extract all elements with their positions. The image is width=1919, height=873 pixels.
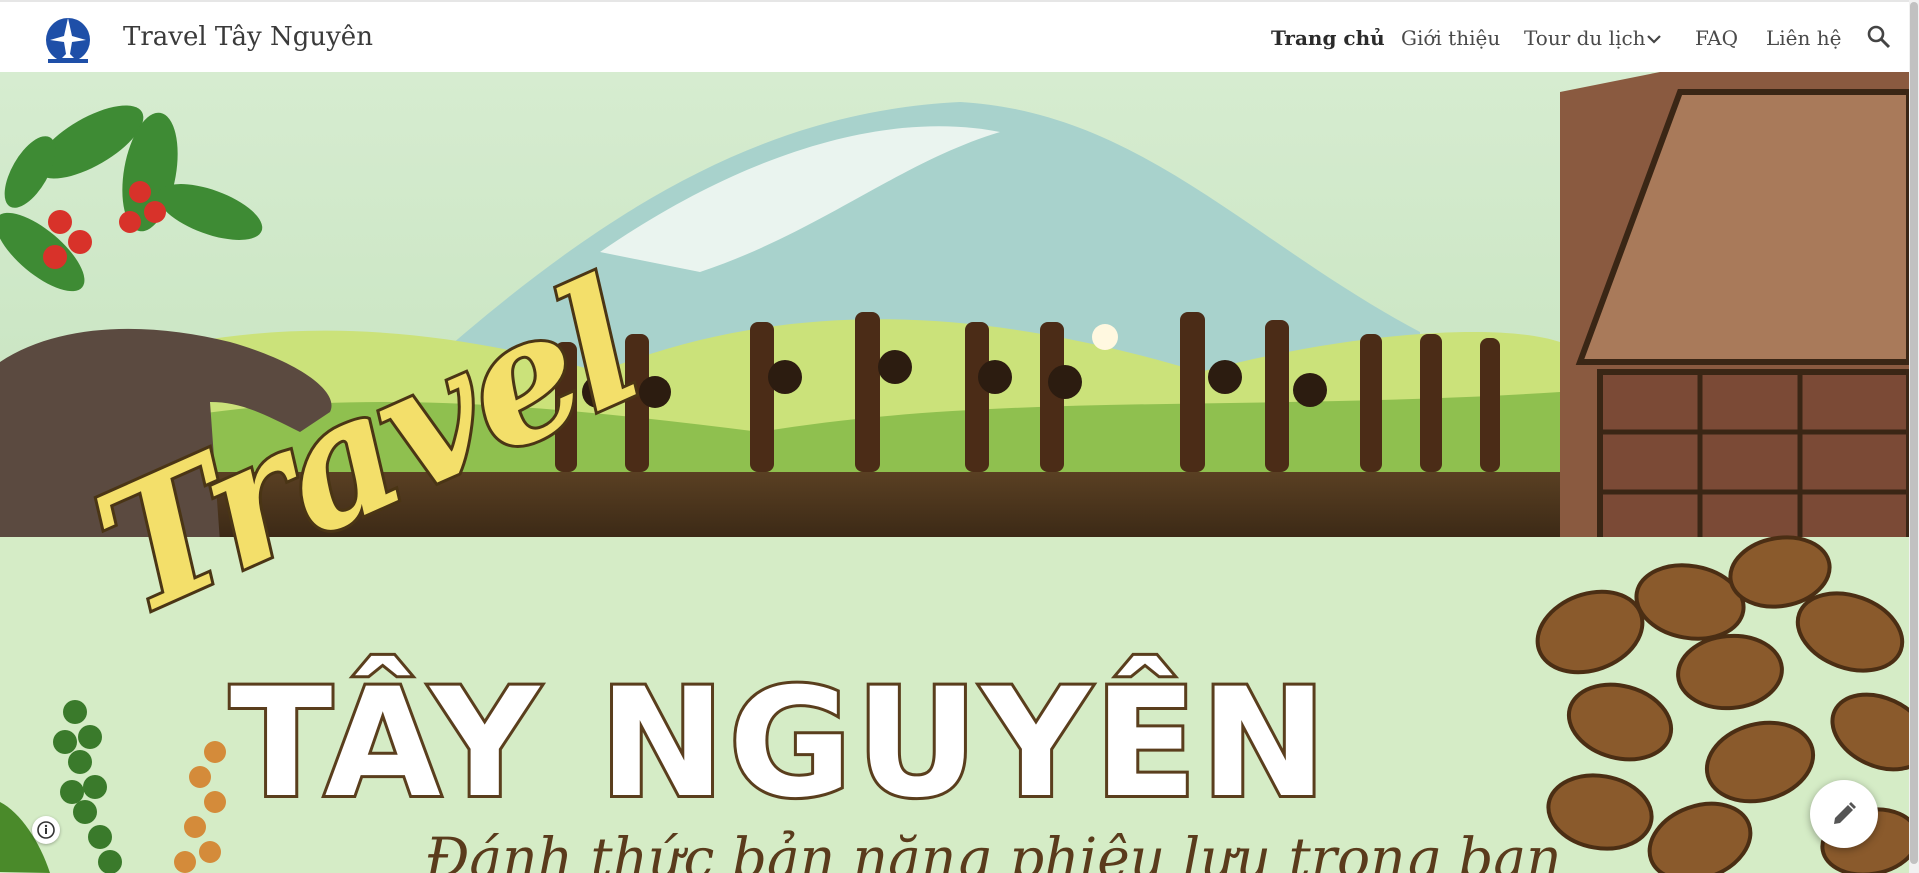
pencil-icon [1834,802,1856,824]
hero-banner: Travel TÂY NGUYÊN Đánh thức bản năng phi… [0,72,1909,873]
vertical-scrollbar[interactable] [1909,0,1919,873]
nav-faq[interactable]: FAQ [1695,26,1738,50]
nav-about[interactable]: Giới thiệu [1401,26,1500,50]
nav-home[interactable]: Trang chủ [1271,26,1385,50]
chevron-down-icon[interactable] [1646,31,1662,47]
edit-button[interactable] [1810,780,1878,848]
hero-tagline: Đánh thức bản năng phiêu lưu trong bạn [425,826,1562,873]
site-title[interactable]: Travel Tây Nguyên [123,22,373,52]
hero-main-title: TÂY NGUYÊN [227,654,1331,834]
info-icon [37,821,55,839]
site-logo[interactable] [44,14,92,64]
nav-tours[interactable]: Tour du lịch [1524,26,1646,50]
scrollbar-thumb[interactable] [1910,2,1918,864]
nav-contact[interactable]: Liên hệ [1766,26,1841,50]
search-icon[interactable] [1866,24,1892,50]
top-navigation-bar: Travel Tây Nguyên Trang chủ Giới thiệu T… [0,0,1909,72]
info-button[interactable] [32,816,60,844]
